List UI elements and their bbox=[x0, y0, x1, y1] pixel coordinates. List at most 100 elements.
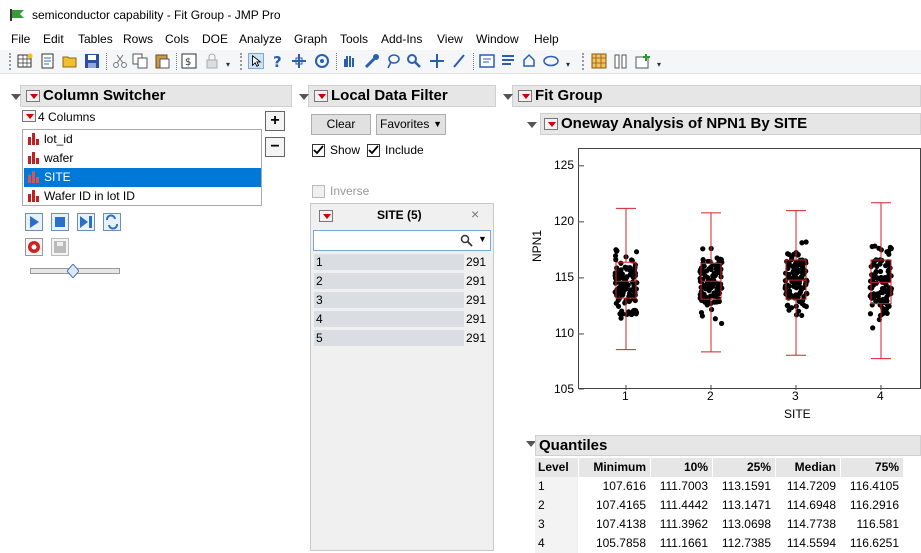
menu-add-ins[interactable]: Add-Ins bbox=[381, 32, 422, 46]
toolbar-overflow-icon[interactable]: ▾ bbox=[566, 60, 570, 69]
plot-area[interactable] bbox=[578, 148, 921, 391]
list-item[interactable] bbox=[314, 273, 464, 289]
list-item[interactable] bbox=[314, 254, 464, 270]
help-question-icon[interactable]: ? bbox=[270, 53, 286, 69]
menu-file[interactable]: File bbox=[11, 32, 30, 46]
shape-icon[interactable] bbox=[521, 53, 537, 69]
toolbar-overflow-icon[interactable]: ▾ bbox=[657, 60, 661, 69]
collapse-icon[interactable] bbox=[299, 94, 309, 100]
open-folder-icon[interactable] bbox=[62, 53, 78, 69]
column-switcher-title: Column Switcher bbox=[43, 87, 166, 104]
toolbar-grip[interactable] bbox=[9, 53, 12, 70]
column-item-wafer[interactable]: wafer bbox=[24, 149, 261, 168]
add-column-button[interactable]: + bbox=[265, 111, 285, 131]
play-button[interactable] bbox=[25, 213, 43, 231]
selection-crosshair-icon[interactable] bbox=[291, 53, 307, 69]
data-point bbox=[614, 269, 620, 275]
slider-thumb[interactable] bbox=[66, 263, 80, 279]
data-point bbox=[617, 311, 623, 317]
search-options-icon[interactable]: ▼ bbox=[478, 234, 487, 244]
column-item-lot-id[interactable]: lot_id bbox=[24, 130, 261, 149]
data-point bbox=[626, 298, 632, 305]
site-search-input[interactable]: ▼ bbox=[313, 230, 491, 251]
clear-button[interactable]: Clear bbox=[311, 114, 371, 135]
data-grid-icon[interactable] bbox=[591, 53, 607, 69]
grabber-hand-icon[interactable] bbox=[341, 53, 357, 69]
menu-tables[interactable]: Tables bbox=[78, 32, 113, 46]
lock-icon[interactable] bbox=[204, 53, 220, 69]
checkmark-icon bbox=[313, 145, 324, 155]
scroller-icon[interactable] bbox=[314, 53, 330, 69]
inverse-checkbox[interactable] bbox=[312, 185, 325, 198]
data-point bbox=[869, 243, 875, 250]
list-item[interactable] bbox=[314, 330, 464, 346]
data-point bbox=[786, 271, 792, 278]
column-list[interactable]: lot_id wafer SITE Wafer ID in lot ID bbox=[22, 129, 262, 206]
line-icon[interactable] bbox=[451, 53, 467, 69]
site-filter-menu-icon[interactable] bbox=[319, 210, 333, 222]
formula-icon[interactable]: $ bbox=[181, 53, 197, 69]
loop-button[interactable] bbox=[103, 213, 121, 231]
collapse-icon[interactable] bbox=[11, 94, 21, 100]
column-item-site[interactable]: SITE bbox=[24, 168, 261, 187]
step-button[interactable] bbox=[77, 213, 95, 231]
annotate-icon[interactable] bbox=[479, 53, 495, 69]
include-checkbox[interactable] bbox=[367, 144, 380, 157]
list-item[interactable] bbox=[314, 292, 464, 308]
red-triangle-menu-icon[interactable] bbox=[544, 118, 558, 130]
show-checkbox[interactable] bbox=[312, 144, 325, 157]
record-button[interactable] bbox=[25, 238, 43, 256]
dropdown-arrow-icon: ▼ bbox=[433, 119, 442, 129]
menu-doe[interactable]: DOE bbox=[202, 32, 228, 46]
menu-help[interactable]: Help bbox=[534, 32, 559, 46]
paste-icon[interactable] bbox=[154, 53, 170, 69]
table-cell: 116.2916 bbox=[849, 498, 899, 512]
data-point bbox=[613, 257, 619, 263]
cut-icon[interactable] bbox=[112, 53, 128, 69]
menu-graph[interactable]: Graph bbox=[294, 32, 327, 46]
add-table-icon[interactable] bbox=[635, 53, 651, 69]
column-item-wafer-id[interactable]: Wafer ID in lot ID bbox=[24, 187, 261, 206]
copy-icon[interactable] bbox=[132, 53, 148, 69]
collapse-icon[interactable] bbox=[503, 94, 513, 100]
menu-cols[interactable]: Cols bbox=[165, 32, 189, 46]
data-point bbox=[788, 305, 795, 311]
menu-view[interactable]: View bbox=[437, 32, 463, 46]
lasso-icon[interactable] bbox=[385, 53, 401, 69]
menu-tools[interactable]: Tools bbox=[340, 32, 368, 46]
toolbar-overflow-icon[interactable]: ▾ bbox=[226, 60, 230, 69]
save-icon[interactable] bbox=[84, 53, 100, 69]
columns-icon[interactable] bbox=[613, 53, 629, 69]
collapse-icon[interactable] bbox=[527, 122, 537, 128]
data-point bbox=[877, 268, 884, 275]
close-icon[interactable]: × bbox=[471, 206, 479, 222]
menu-analyze[interactable]: Analyze bbox=[239, 32, 282, 46]
new-data-table-icon[interactable] bbox=[17, 53, 33, 69]
arrow-pointer-icon[interactable] bbox=[248, 53, 264, 69]
menu-rows[interactable]: Rows bbox=[123, 32, 153, 46]
red-triangle-menu-icon[interactable] bbox=[518, 90, 532, 102]
stop-button[interactable] bbox=[51, 213, 69, 231]
polygon-icon[interactable] bbox=[500, 53, 516, 69]
red-triangle-menu-icon[interactable] bbox=[314, 90, 328, 102]
favorites-dropdown[interactable]: Favorites ▼ bbox=[376, 114, 446, 135]
row-level: 4 bbox=[535, 534, 578, 553]
crosshairs-icon[interactable] bbox=[429, 53, 445, 69]
columns-menu-icon[interactable] bbox=[22, 110, 36, 122]
level-count: 291 bbox=[466, 331, 487, 345]
column-item-label: SITE bbox=[44, 170, 71, 184]
red-triangle-menu-icon[interactable] bbox=[26, 90, 40, 102]
brush-icon[interactable] bbox=[364, 53, 380, 69]
table-cell: 111.7003 bbox=[659, 479, 708, 493]
new-script-icon[interactable] bbox=[40, 53, 56, 69]
inverse-label: Inverse bbox=[330, 184, 370, 198]
magnifier-icon[interactable] bbox=[406, 53, 422, 69]
table-cell: 114.7738 bbox=[786, 517, 836, 531]
menu-window[interactable]: Window bbox=[476, 32, 519, 46]
list-item[interactable] bbox=[314, 311, 464, 327]
save-script-button[interactable] bbox=[51, 238, 69, 256]
remove-column-button[interactable]: − bbox=[265, 137, 285, 157]
menu-edit[interactable]: Edit bbox=[43, 32, 64, 46]
toolbar: $ ▾ ? ▾ ▾ bbox=[0, 50, 921, 74]
ellipse-icon[interactable] bbox=[543, 53, 559, 69]
